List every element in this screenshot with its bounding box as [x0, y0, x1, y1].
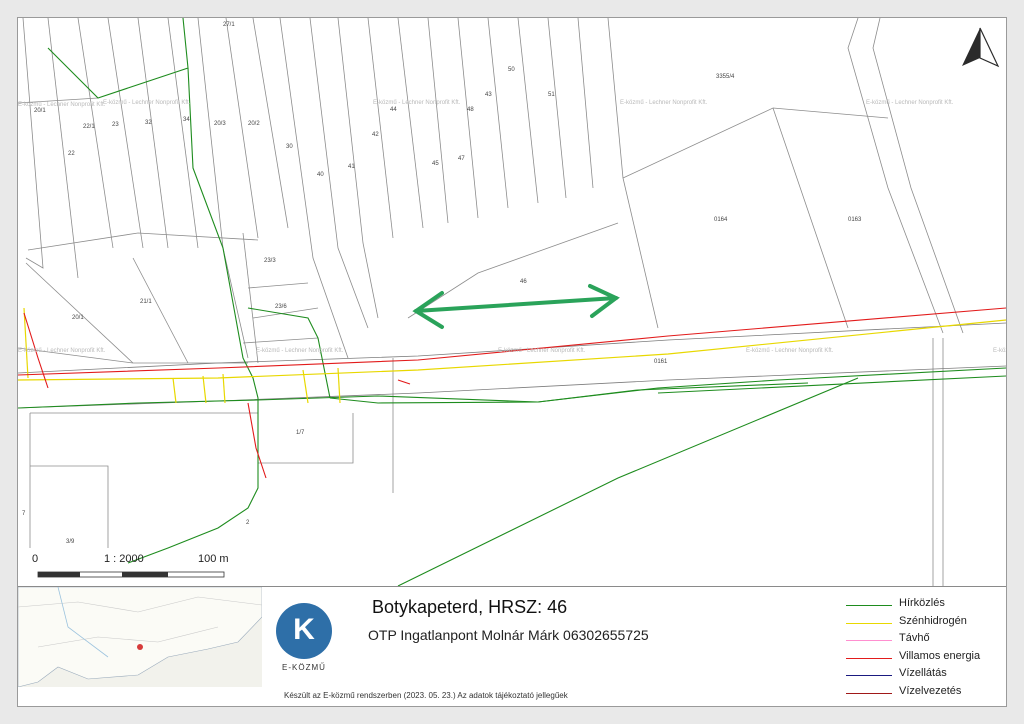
parcel-label: 51 — [548, 92, 555, 98]
watermark-text: E-közmű - Lechner Nonprofit Kft. — [373, 100, 461, 106]
legend-swatch — [846, 657, 892, 659]
parcel-label: 22 — [68, 151, 75, 157]
watermark-text: E-közmű - Lechner Nonprofit Kft. — [18, 102, 106, 108]
parcel-label: 0164 — [714, 217, 728, 223]
scale-ratio: 1 : 2000 — [104, 553, 144, 565]
parcel-label: 0163 — [848, 217, 862, 223]
map-sheet: 20/1 22/1 23 32 34 22 20/3 20/2 27/1 30 … — [17, 17, 1007, 707]
parcel-label: 40 — [317, 172, 324, 178]
parcel-label: 20/1 — [72, 315, 84, 321]
legend-label: Szénhidrogén — [899, 614, 967, 627]
legend-label: Távhő — [899, 632, 930, 645]
parcel-label: 7 — [22, 511, 26, 517]
parcel-label: 41 — [348, 164, 355, 170]
credit-note: Készült az E-közmű rendszerben (2023. 05… — [284, 691, 568, 700]
parcel-label: 20/3 — [214, 121, 226, 127]
road-edges — [18, 322, 1006, 409]
legend-item: Vízelvezetés — [846, 685, 1006, 703]
watermark-text: E-közmű - Lechner Nonprofit Kft. — [256, 348, 344, 354]
legend-item: Szénhidrogén — [846, 615, 1006, 633]
logo-letter: K — [293, 613, 315, 646]
parcel-label: 47 — [458, 156, 465, 162]
legend-swatch — [846, 692, 892, 694]
inset-overview-map[interactable] — [18, 587, 262, 687]
parcel-label: 50 — [508, 67, 515, 73]
map-canvas[interactable]: 20/1 22/1 23 32 34 22 20/3 20/2 27/1 30 … — [18, 18, 1006, 586]
parcel-label: 46 — [520, 279, 527, 285]
parcel-label: 1/7 — [296, 430, 305, 436]
parcel-label: 32 — [145, 120, 152, 126]
legend-item: Hírközlés — [846, 597, 1006, 615]
legend: Hírközlés Szénhidrogén Távhő Villamos en… — [846, 597, 1006, 703]
parcel-label: 23/3 — [264, 258, 276, 264]
parcel-label: 21/1 — [140, 299, 152, 305]
parcel-label: 27/1 — [223, 22, 235, 28]
gas-lines — [18, 307, 1006, 404]
watermark-text: E-közmű - Lechner Nonprofit Kft. — [498, 348, 586, 354]
parcel-label: 2 — [246, 520, 250, 526]
parcel-label: 20/2 — [248, 121, 260, 127]
parcel-label: 23/6 — [275, 304, 287, 310]
map-title: Botykapeterd, HRSZ: 46 — [372, 597, 568, 617]
map-subtitle: OTP Ingatlanpont Molnár Márk 06302655725 — [368, 627, 649, 643]
north-arrow-icon — [962, 27, 1000, 68]
parcel-label: 30 — [286, 144, 293, 150]
location-marker-icon — [137, 644, 143, 650]
parcel-label: 44 — [390, 107, 397, 113]
watermark-text: E-közmű - Lechner Nonprofit Kft. — [620, 100, 708, 106]
parcel-label: 22/1 — [83, 124, 95, 130]
watermark-text: E-közmű - Lechner Nonprofit Kft. — [103, 100, 191, 106]
scale-distance: 100 m — [198, 553, 229, 565]
legend-label: Vízelvezetés — [899, 684, 962, 697]
double-arrow — [412, 284, 620, 329]
parcel-label: 0161 — [654, 359, 668, 365]
parcel-label: 23 — [112, 122, 119, 128]
parcel-label: 20/1 — [34, 108, 46, 114]
scale-bar: 0 1 : 2000 100 m — [32, 553, 229, 578]
parcel-label: 34 — [183, 117, 190, 123]
legend-label: Vízellátás — [899, 667, 947, 680]
parcel-label: 42 — [372, 132, 379, 138]
legend-item: Távhő — [846, 632, 1006, 650]
parcel-label: 45 — [432, 161, 439, 167]
watermark-text: E-közmű - Lechner Nonprofit Kft. — [993, 348, 1006, 354]
watermark-text: E-közmű - Lechner Nonprofit Kft. — [866, 100, 954, 106]
watermark-text: E-közmű - Lechner Nonprofit Kft. — [18, 348, 106, 354]
legend-item: Villamos energia — [846, 650, 1006, 668]
e-kozmu-logo: K — [276, 603, 332, 659]
watermark-text: E-közmű - Lechner Nonprofit Kft. — [746, 348, 834, 354]
legend-label: Villamos energia — [899, 649, 981, 662]
parcel-label: 48 — [467, 107, 474, 113]
logo-text: E-KÖZMŰ — [282, 663, 326, 672]
parcel-label: 3355/4 — [716, 74, 735, 80]
legend-swatch — [846, 622, 892, 624]
parcel-label: 3/9 — [66, 539, 75, 545]
electric-lines — [18, 307, 1006, 479]
parcel-label: 43 — [485, 92, 492, 98]
legend-swatch — [846, 675, 892, 677]
watermarks: E-közmű - Lechner Nonprofit Kft. E-közmű… — [18, 100, 1006, 354]
legend-label: Hírközlés — [899, 597, 945, 609]
scale-zero: 0 — [32, 553, 38, 565]
legend-swatch — [846, 640, 892, 642]
legend-item: Vízellátás — [846, 667, 1006, 685]
footer-panel: K E-KÖZMŰ Botykapeterd, HRSZ: 46 OTP Ing… — [18, 586, 1006, 706]
inset-map-drawing — [18, 587, 262, 687]
legend-swatch — [846, 605, 892, 606]
